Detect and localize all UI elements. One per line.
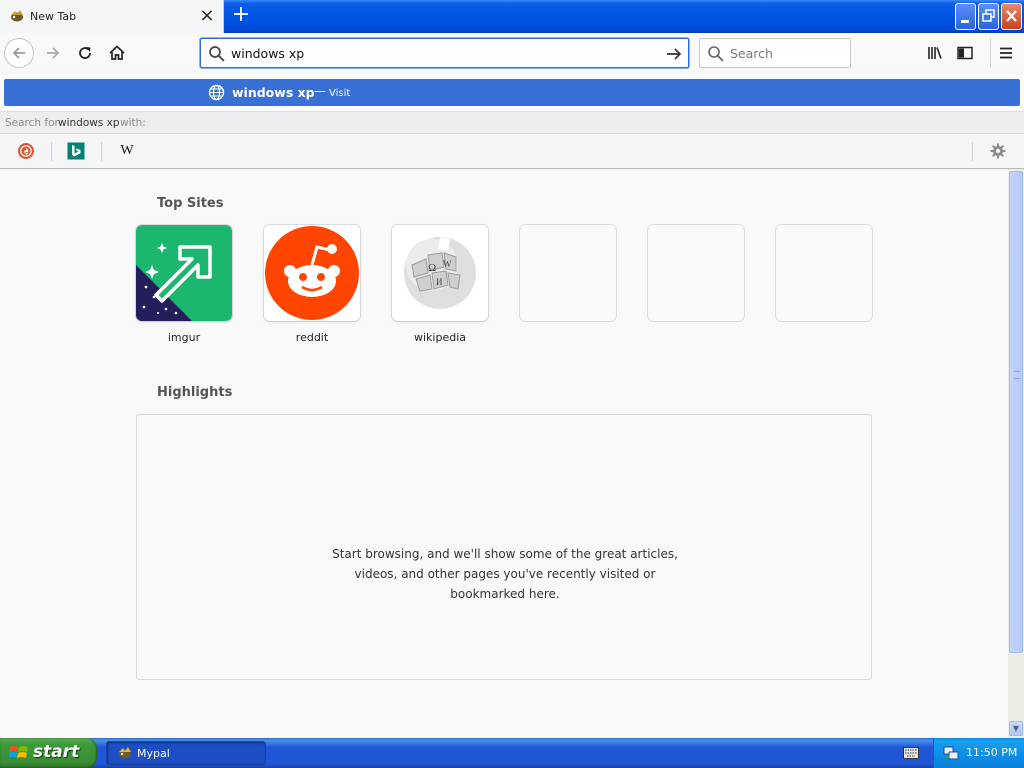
close-icon	[1006, 10, 1017, 22]
engine-wikipedia-button[interactable]: W	[109, 140, 145, 162]
search-input[interactable]	[730, 45, 845, 61]
top-site-label: wikipedia	[413, 331, 466, 344]
keyboard-icon[interactable]	[903, 747, 919, 759]
search-with-prefix: Search for	[5, 117, 59, 129]
back-button[interactable]	[4, 38, 34, 68]
wikipedia-w-icon: W	[120, 143, 134, 158]
home-button[interactable]	[102, 38, 132, 68]
highlights-empty-message: Start browsing, and we'll show some of t…	[332, 547, 678, 601]
go-arrow-icon[interactable]	[665, 45, 683, 63]
top-site-empty-slot[interactable]	[520, 225, 616, 321]
mypal-icon	[119, 747, 131, 759]
gear-icon	[990, 143, 1006, 159]
start-label: start	[33, 742, 80, 762]
address-input[interactable]	[231, 44, 651, 62]
tab-title: New Tab	[30, 10, 77, 23]
search-icon	[209, 46, 225, 62]
duckduckgo-icon	[18, 143, 34, 159]
reddit-icon	[264, 225, 360, 321]
visit-suggestion-row[interactable]: windows xp — Visit	[4, 79, 1020, 106]
suggestion-separator: —	[314, 84, 326, 98]
library-button[interactable]	[920, 38, 950, 68]
empty-tile[interactable]	[648, 225, 744, 321]
mypal-icon	[11, 10, 23, 22]
sidebar-icon	[957, 46, 973, 60]
imgur-icon	[136, 225, 232, 321]
top-sites-heading: Top Sites	[157, 196, 224, 211]
engine-bing-button[interactable]	[58, 140, 94, 162]
highlights-heading: Highlights	[157, 385, 233, 400]
taskbar-item-mypal[interactable]: Mypal	[106, 741, 266, 765]
taskbar: start Mypal 11:50 PM	[0, 738, 1024, 768]
sidebar-toggle-button[interactable]	[950, 38, 980, 68]
suggestion-action: Visit	[329, 88, 351, 99]
clock: 11:50 PM	[966, 746, 1018, 759]
hamburger-menu-icon	[999, 47, 1012, 59]
bing-icon	[67, 142, 85, 160]
top-site-tile[interactable]: Ω W И	[392, 225, 488, 321]
engine-separator	[972, 142, 973, 161]
home-icon	[109, 45, 125, 60]
title-bar: New Tab × +	[0, 0, 1024, 33]
svg-text:W: W	[443, 259, 452, 269]
urlbar-popup: windows xp — Visit Search for windows xp…	[0, 73, 1024, 169]
top-site-tile[interactable]	[264, 225, 360, 321]
new-tab-page: Top Sites imgur reddit Ω W И wikipedia H…	[0, 169, 1008, 738]
windows-logo-icon	[9, 746, 28, 758]
empty-tile[interactable]	[520, 225, 616, 321]
forward-button[interactable]	[38, 38, 68, 68]
top-site-empty-slot[interactable]	[776, 225, 872, 321]
system-tray: 11:50 PM	[933, 738, 1024, 768]
restore-button[interactable]	[978, 3, 999, 30]
new-tab-button[interactable]: +	[229, 4, 253, 28]
search-with-suffix: with:	[120, 117, 146, 129]
engine-separator	[51, 142, 52, 161]
svg-text:И: И	[436, 277, 443, 287]
search-icon	[708, 46, 724, 62]
taskbar-item-label: Mypal	[137, 747, 170, 760]
suggestion-term: windows xp	[232, 85, 315, 100]
top-site-tile[interactable]	[136, 225, 232, 321]
menu-button[interactable]	[990, 38, 1020, 68]
address-bar[interactable]	[200, 38, 689, 68]
reload-button[interactable]	[70, 38, 100, 68]
top-site-imgur[interactable]: imgur	[136, 225, 232, 344]
back-arrow-icon	[12, 47, 25, 59]
search-with-row: Search for windows xp with:	[0, 111, 1024, 134]
engine-duckduckgo-button[interactable]	[8, 140, 44, 162]
minimize-icon	[961, 20, 969, 23]
network-icon[interactable]	[943, 745, 959, 761]
close-window-button[interactable]	[1001, 3, 1022, 30]
svg-text:Ω: Ω	[428, 262, 436, 274]
vertical-scrollbar[interactable]: ▼	[1008, 169, 1024, 738]
highlights-empty-state: Start browsing, and we'll show some of t…	[136, 414, 872, 680]
reload-icon	[79, 47, 91, 59]
scrollbar-thumb[interactable]	[1009, 171, 1023, 653]
top-site-label: imgur	[167, 331, 201, 344]
search-bar[interactable]	[699, 38, 851, 68]
one-off-search-engines: W	[0, 135, 1024, 168]
library-icon	[928, 47, 942, 59]
forward-arrow-icon	[47, 47, 60, 59]
scrollbar-grip-icon	[1014, 371, 1020, 379]
search-with-term: windows xp	[58, 117, 120, 129]
minimize-button[interactable]	[955, 3, 976, 30]
scroll-down-arrow-icon[interactable]: ▼	[1009, 721, 1023, 736]
start-button[interactable]: start	[0, 738, 97, 768]
restore-icon	[982, 9, 995, 22]
search-settings-button[interactable]	[980, 140, 1016, 162]
empty-tile[interactable]	[776, 225, 872, 321]
top-site-empty-slot[interactable]	[648, 225, 744, 321]
close-tab-icon[interactable]: ×	[199, 7, 215, 25]
tab-new-tab[interactable]: New Tab ×	[0, 0, 224, 33]
top-site-reddit[interactable]: reddit	[264, 225, 360, 344]
top-site-wikipedia[interactable]: Ω W И wikipedia	[392, 225, 488, 344]
wikipedia-globe-icon: Ω W И	[392, 225, 488, 321]
navigation-toolbar	[0, 33, 1024, 73]
top-site-label: reddit	[295, 331, 329, 344]
engine-separator	[101, 142, 102, 161]
globe-icon	[208, 84, 225, 101]
